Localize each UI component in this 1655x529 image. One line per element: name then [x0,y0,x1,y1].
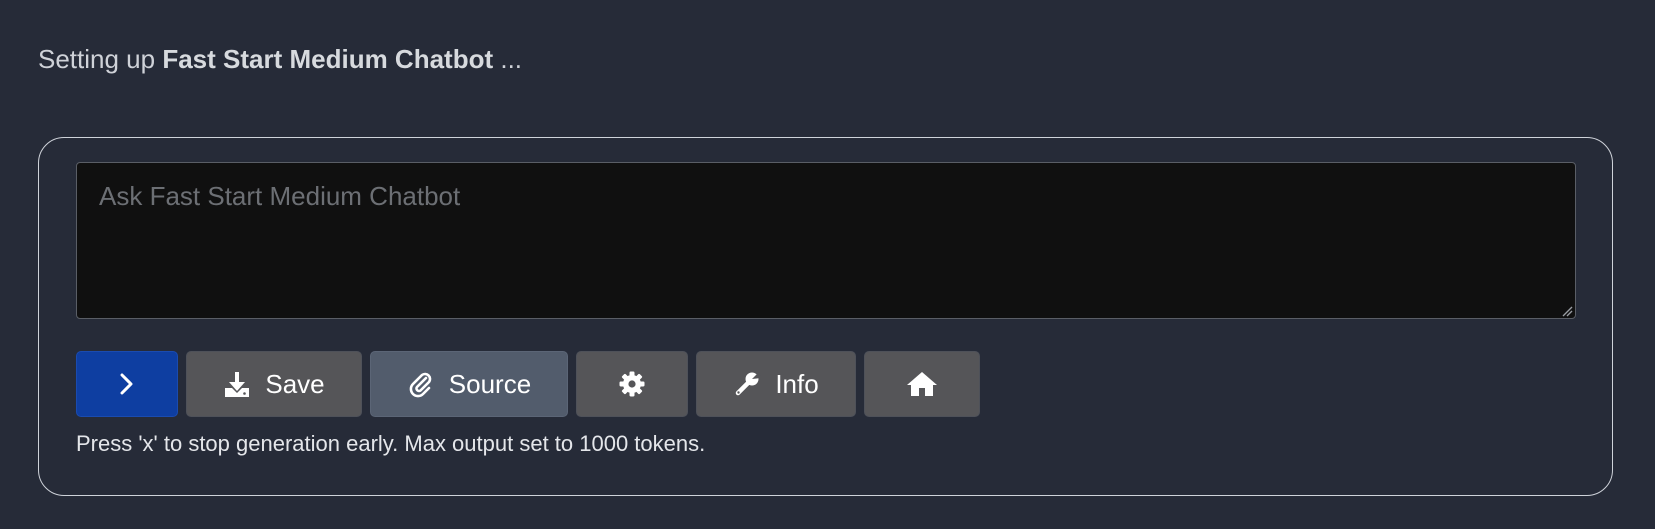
generation-hint: Press 'x' to stop generation early. Max … [76,431,706,456]
send-button[interactable] [76,351,178,417]
home-icon [906,370,938,398]
info-label: Info [775,368,819,399]
home-button[interactable] [864,351,980,417]
status-prefix: Setting up [38,44,156,74]
source-button[interactable]: Source [370,351,568,417]
info-button[interactable]: Info [696,351,856,417]
prompt-input[interactable] [76,162,1576,319]
source-label: Source [448,368,532,399]
paperclip-icon [407,370,435,398]
status-suffix: ... [500,44,523,74]
settings-button[interactable] [576,351,688,417]
status-line: Setting up Fast Start Medium Chatbot ... [38,42,522,76]
chevron-right-icon [119,372,135,396]
wrench-icon [733,370,762,398]
save-button[interactable]: Save [186,351,362,417]
gear-icon [618,370,646,398]
download-icon [223,370,251,398]
save-label: Save [265,368,325,399]
bot-name: Fast Start Medium Chatbot [162,44,494,74]
